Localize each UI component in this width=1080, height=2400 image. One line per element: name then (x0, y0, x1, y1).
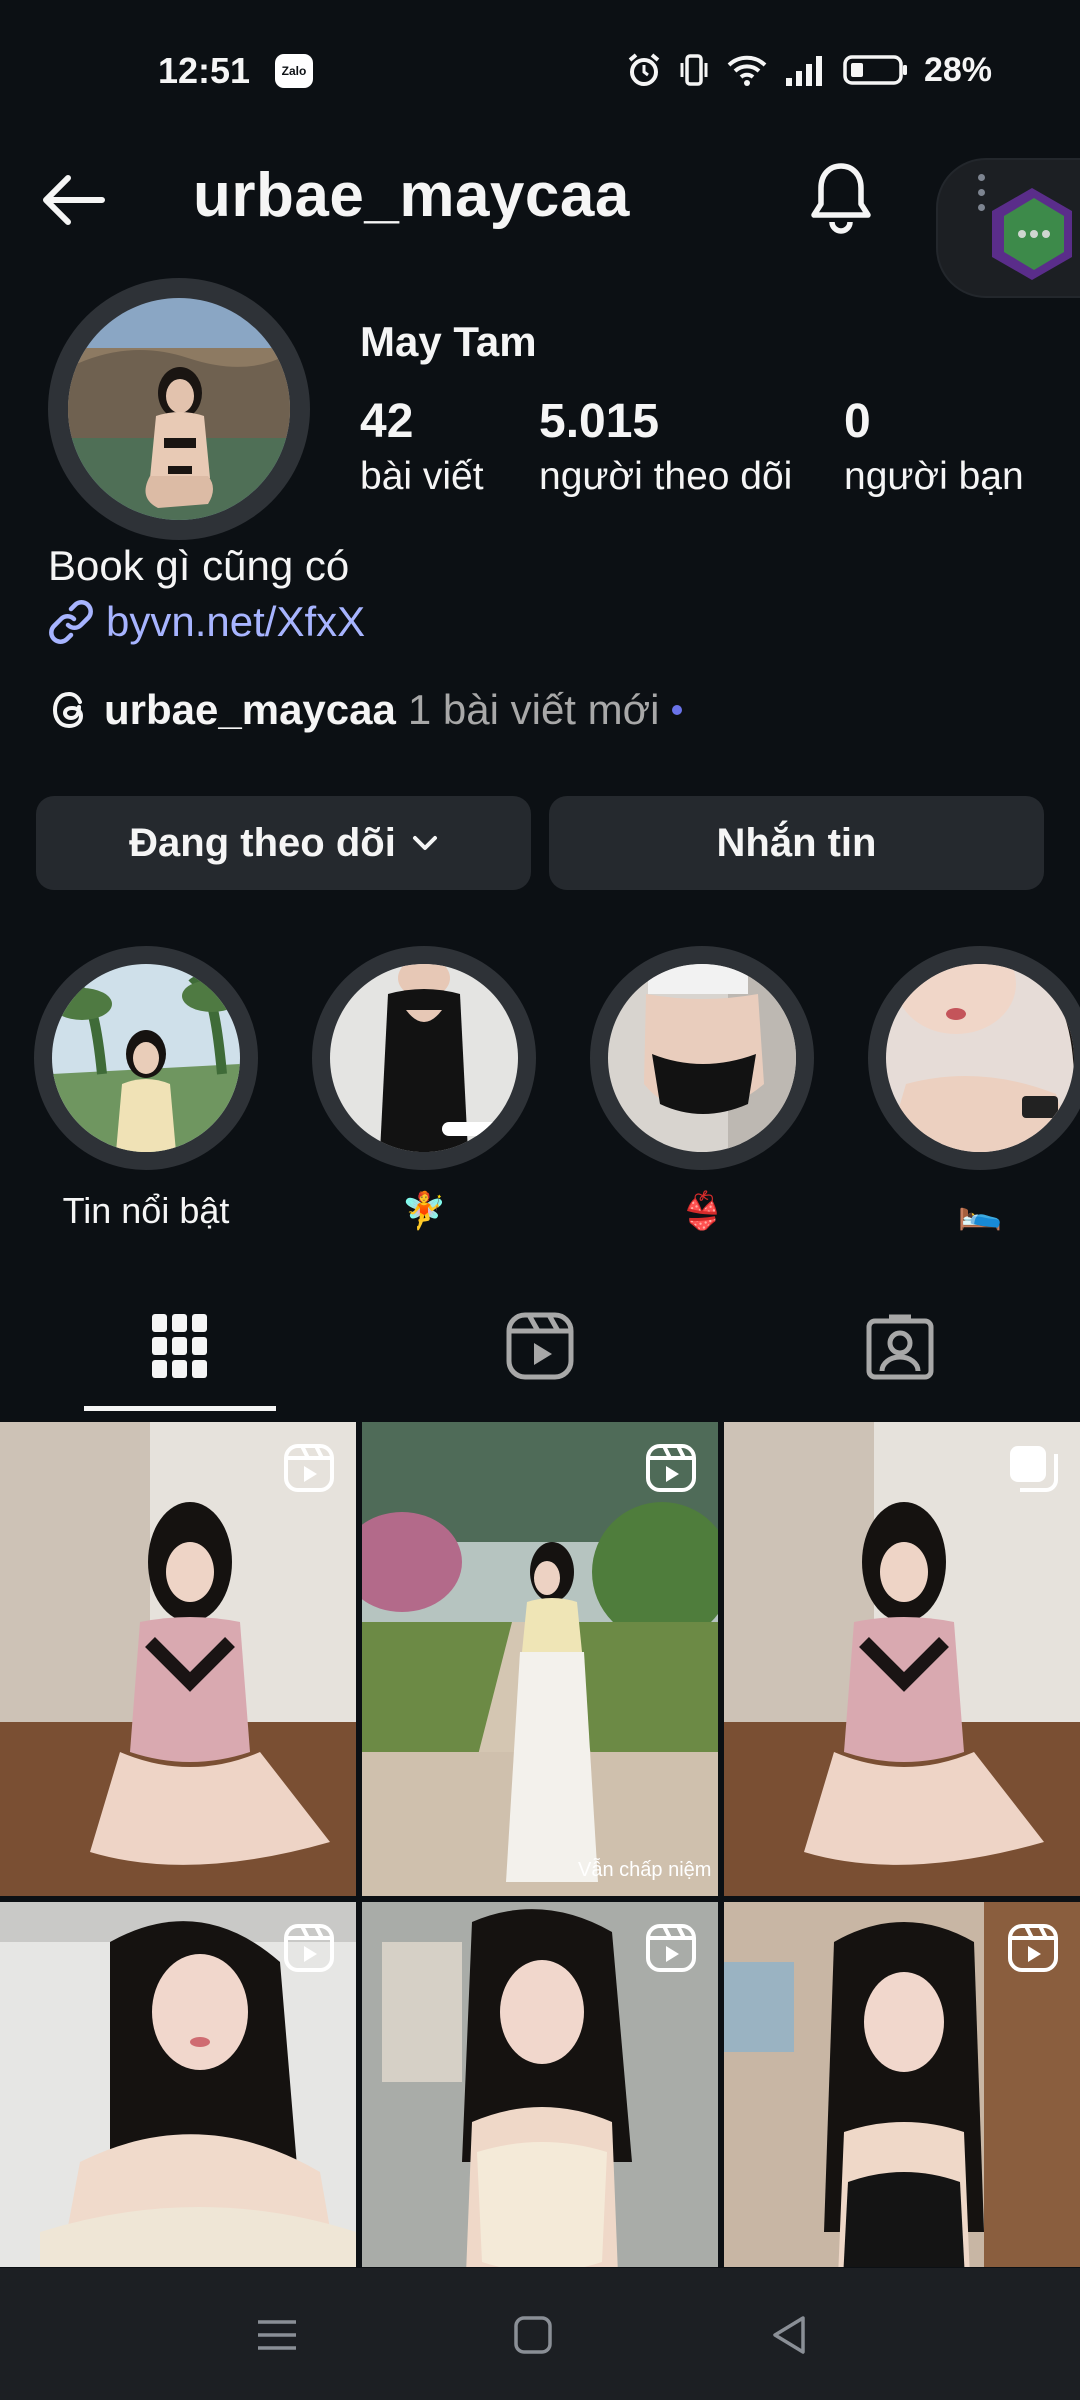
back-nav-icon[interactable] (765, 2310, 815, 2360)
hexagon-badge-icon (992, 188, 1072, 280)
highlight-cover (608, 964, 796, 1152)
reel-badge-icon (284, 1444, 334, 1492)
tagged-icon (866, 1314, 934, 1380)
post-thumbnail[interactable] (362, 1902, 718, 2267)
profile-avatar-ring[interactable] (48, 278, 310, 540)
tab-posts-grid[interactable] (85, 1296, 275, 1396)
threads-badge[interactable]: urbae_maycaa 1 bài viết mới (48, 680, 682, 740)
zalo-notification-icon: Zalo (275, 54, 313, 88)
reel-badge-icon (646, 1924, 696, 1972)
notification-bell-icon[interactable] (806, 160, 876, 238)
vibrate-icon (680, 54, 708, 86)
reel-badge-icon (1008, 1924, 1058, 1972)
reel-badge-icon (646, 1444, 696, 1492)
reels-icon (506, 1312, 574, 1380)
post-thumbnail[interactable] (724, 1422, 1080, 1896)
link-text: byvn.net/XfxX (106, 598, 366, 645)
alarm-icon (628, 53, 660, 86)
recent-apps-icon[interactable] (252, 2310, 302, 2360)
status-bar: 12:51 Zalo 28% (0, 0, 1080, 140)
profile-header: urbae_maycaa (0, 140, 1080, 298)
posts-grid: Vẫn chấp niệm (0, 1422, 1080, 2267)
highlight-cover (330, 964, 518, 1152)
highlight-item[interactable]: 🧚 (312, 946, 544, 1232)
battery-percentage: 28% (923, 50, 992, 89)
stat-friends[interactable]: 0 người bạn (844, 396, 1024, 502)
highlight-item[interactable]: 👙 (590, 946, 822, 1232)
post-thumbnail[interactable] (0, 1422, 356, 1896)
carousel-badge-icon (1010, 1446, 1058, 1492)
system-navigation-bar (0, 2268, 1080, 2400)
floating-widget[interactable] (936, 158, 1080, 298)
stat-followers[interactable]: 5.015 người theo dõi (539, 396, 792, 502)
post-thumbnail[interactable]: Vẫn chấp niệm (362, 1422, 718, 1896)
threads-icon (52, 691, 84, 729)
highlight-cover (52, 964, 240, 1152)
reel-badge-icon (284, 1924, 334, 1972)
bio-text: Book gì cũng có (48, 542, 350, 589)
threads-username: urbae_maycaa (104, 686, 396, 733)
link-icon (49, 600, 93, 644)
message-button-label: Nhắn tin (716, 820, 877, 865)
back-arrow-icon[interactable] (38, 170, 108, 230)
highlight-label: 🛌 (957, 1190, 1003, 1231)
avatar (68, 298, 290, 520)
highlight-label: Tin nổi bật (62, 1190, 230, 1231)
post-thumbnail[interactable] (0, 1902, 356, 2267)
stat-value: 0 (844, 395, 871, 448)
active-tab-indicator (84, 1406, 276, 1411)
highlight-item[interactable]: Tin nổi bật (34, 946, 266, 1232)
highlight-label: 👙 (679, 1190, 725, 1231)
highlight-cover (886, 964, 1074, 1152)
stat-value: 5.015 (539, 395, 660, 448)
stat-label: bài viết (360, 455, 484, 498)
message-button[interactable]: Nhắn tin (549, 796, 1044, 890)
status-icons: 28% (626, 48, 992, 92)
home-icon[interactable] (508, 2310, 558, 2360)
post-thumbnail[interactable] (724, 1902, 1080, 2267)
stat-label: người theo dõi (539, 455, 793, 498)
status-time: 12:51 (158, 50, 251, 91)
stat-value: 42 (360, 395, 414, 448)
username-title: urbae_maycaa (193, 161, 630, 230)
following-button[interactable]: Đang theo dõi (36, 796, 531, 890)
highlight-label: 🧚 (401, 1190, 447, 1231)
tab-tagged[interactable] (805, 1296, 995, 1396)
display-name: May Tam (360, 318, 537, 365)
battery-icon (843, 55, 907, 85)
grid-icon (152, 1314, 207, 1378)
stat-posts[interactable]: 42 bài viết (360, 396, 484, 502)
new-indicator-dot (671, 705, 682, 715)
chevron-down-icon (412, 836, 437, 850)
following-button-label: Đang theo dõi (129, 820, 396, 865)
tab-reels[interactable] (445, 1296, 635, 1396)
threads-new-posts: 1 bài viết mới (407, 686, 660, 733)
stat-label: người bạn (844, 455, 1024, 498)
bio-link[interactable]: byvn.net/XfxX (48, 596, 365, 648)
highlight-item[interactable]: 🛌 (868, 946, 1080, 1232)
wifi-icon (727, 55, 767, 86)
post-caption-overlay: Vẫn chấp niệm (578, 1859, 712, 1881)
signal-icon (785, 56, 822, 86)
